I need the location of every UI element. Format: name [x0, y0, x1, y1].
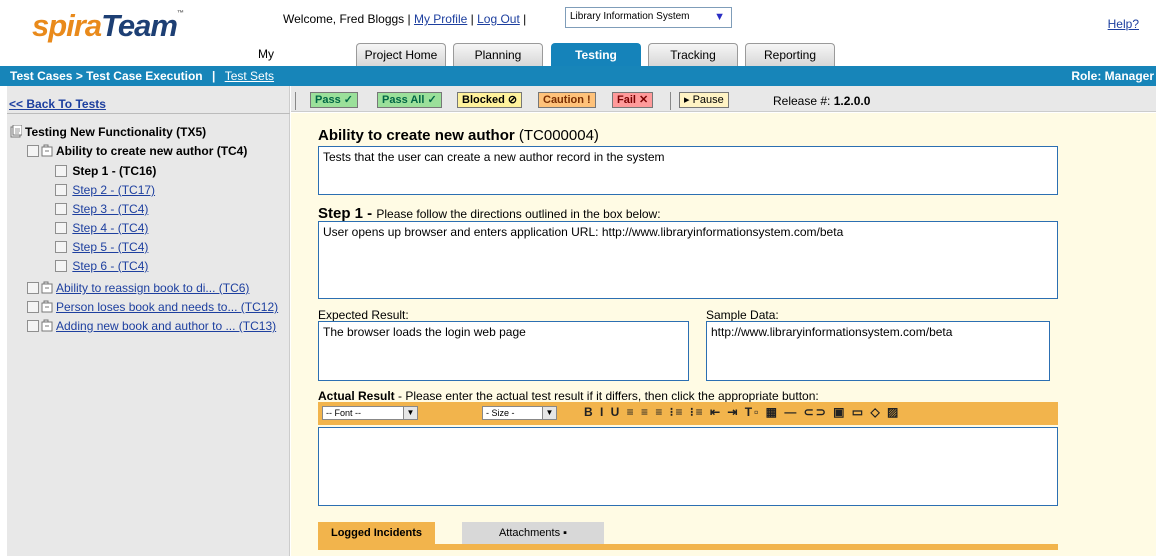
test-case-icon: [41, 319, 53, 332]
font-select[interactable]: -- Font -- ▼: [322, 406, 418, 420]
checkbox-icon[interactable]: [55, 203, 67, 215]
test-case-description: Tests that the user can create a new aut…: [318, 146, 1058, 195]
blocked-button[interactable]: Blocked ⊘: [457, 92, 523, 108]
tree-testcase-13[interactable]: Adding new book and author to ... (TC13): [27, 318, 276, 336]
dropdown-arrow-icon: ▼: [714, 11, 725, 23]
test-case-icon: [41, 144, 53, 157]
actual-result-title: Actual Result: [318, 389, 395, 403]
step-hint: Please follow the directions outlined in…: [376, 207, 661, 221]
font-select-value: -- Font --: [326, 408, 361, 418]
tab-reporting[interactable]: Reporting: [745, 43, 835, 66]
tab-underline: [318, 544, 1058, 550]
welcome-text: Welcome, Fred Bloggs: [283, 12, 405, 26]
tree-step-3[interactable]: Step 3 - (TC4): [55, 201, 148, 219]
test-set-icon: [10, 125, 22, 138]
rich-text-toolbar: -- Font -- ▼ - Size - ▼ B I U ≡ ≡ ≡ ⁝≡ ⁝…: [318, 402, 1058, 425]
dropdown-arrow-icon: ▼: [542, 407, 556, 419]
project-select[interactable]: Library Information System ▼: [565, 7, 732, 28]
checkbox-icon[interactable]: [55, 184, 67, 196]
size-select[interactable]: - Size - ▼: [482, 406, 557, 420]
pass-button[interactable]: Pass ✓: [310, 92, 358, 108]
breadcrumb-separator: |: [211, 69, 216, 83]
checkbox-icon[interactable]: [55, 241, 67, 253]
tree-step-5[interactable]: Step 5 - (TC4): [55, 239, 148, 257]
tree-step-4[interactable]: Step 4 - (TC4): [55, 220, 148, 238]
tab-project-home[interactable]: Project Home: [356, 43, 446, 66]
logo-team-text: Team: [101, 8, 178, 43]
app-header: spiraTeam ™ Welcome, Fred Bloggs | My Pro…: [0, 0, 1156, 83]
release-value: 1.2.0.0: [833, 94, 871, 108]
size-select-value: - Size -: [486, 408, 515, 418]
expected-result-label: Expected Result:: [318, 308, 409, 322]
project-select-value: Library Information System: [570, 11, 690, 22]
checkbox-icon[interactable]: [55, 165, 67, 177]
help-link[interactable]: Help?: [1108, 17, 1139, 31]
expected-result: The browser loads the login web page: [318, 321, 689, 381]
logo-spira-text: spira: [32, 8, 102, 43]
step-description-text: User opens up browser and enters applica…: [323, 225, 844, 239]
test-case-id: (TC000004): [518, 127, 599, 144]
log-out-link[interactable]: Log Out: [477, 12, 520, 26]
checkbox-icon[interactable]: [55, 260, 67, 272]
toolbar-separator: [295, 92, 296, 110]
formatting-buttons[interactable]: B I U ≡ ≡ ≡ ⁝≡ ⁝≡ ⇤ ⇥ T▫ ▦ — ⊂⊃ ▣ ▭ ◇ ▨: [584, 405, 900, 419]
test-case-icon: [41, 300, 53, 313]
welcome-bar: Welcome, Fred Bloggs | My Profile | Log …: [283, 12, 527, 26]
breadcrumb-text: Test Cases > Test Case Execution: [10, 69, 203, 83]
pause-button[interactable]: ▸ Pause: [679, 92, 729, 108]
tree-testcase-12[interactable]: Person loses book and needs to... (TC12): [27, 299, 278, 317]
actual-result-label: Actual Result - Please enter the actual …: [318, 389, 819, 403]
release-label: Release #:: [773, 94, 831, 108]
tab-my-page[interactable]: My Page: [258, 43, 302, 83]
actual-result-hint: - Please enter the actual test result if…: [398, 389, 819, 403]
caution-button[interactable]: Caution !: [538, 92, 596, 108]
logo-trademark: ™: [176, 10, 184, 17]
tree-step-2[interactable]: Step 2 - (TC17): [55, 182, 155, 200]
tree-testcase-current[interactable]: Ability to create new author (TC4): [27, 143, 247, 161]
test-sets-link[interactable]: Test Sets: [225, 69, 274, 83]
checkbox-icon[interactable]: [27, 282, 39, 294]
tab-testing[interactable]: Testing: [551, 43, 641, 68]
tab-planning[interactable]: Planning: [453, 43, 543, 66]
test-case-title: Ability to create new author (TC000004): [318, 127, 599, 144]
fail-button[interactable]: Fail ✕: [612, 92, 654, 108]
execution-toolbar: Pass ✓ Pass All ✓ Blocked ⊘ Caution ! Fa…: [291, 86, 1156, 112]
breadcrumb-bar: Test Cases > Test Case Execution | Test …: [0, 66, 1156, 86]
pass-all-button[interactable]: Pass All ✓: [377, 92, 442, 108]
tree-step-1[interactable]: Step 1 - (TC16): [55, 163, 156, 181]
toolbar-separator: [670, 92, 671, 110]
test-case-icon: [41, 281, 53, 294]
back-to-tests-link[interactable]: << Back To Tests: [7, 86, 290, 114]
release-number: Release #: 1.2.0.0: [773, 94, 870, 108]
sample-data-label: Sample Data:: [706, 308, 779, 322]
tab-attachments[interactable]: Attachments ▪: [462, 522, 604, 544]
sample-data: http://www.libraryinformationsystem.com/…: [706, 321, 1050, 381]
tab-logged-incidents[interactable]: Logged Incidents: [318, 522, 435, 544]
step-number: Step 1 -: [318, 205, 373, 222]
spirateam-logo[interactable]: spiraTeam ™: [32, 8, 184, 44]
test-execution-panel: Ability to create new author (TC000004) …: [291, 113, 1156, 556]
actual-result-editor[interactable]: [318, 427, 1058, 506]
tree-testcase-6[interactable]: Ability to reassign book to di... (TC6): [27, 280, 249, 298]
tab-tracking[interactable]: Tracking: [648, 43, 738, 66]
my-profile-link[interactable]: My Profile: [414, 12, 467, 26]
breadcrumb: Test Cases > Test Case Execution | Test …: [10, 69, 274, 83]
step-title: Step 1 - Please follow the directions ou…: [318, 205, 661, 222]
bottom-tabs: Logged Incidents Attachments ▪: [318, 522, 1058, 556]
role-label: Role: Manager: [1071, 69, 1154, 83]
description-text: Tests that the user can create a new aut…: [323, 150, 665, 164]
expected-result-text: The browser loads the login web page: [323, 325, 526, 339]
tree-step-6[interactable]: Step 6 - (TC4): [55, 258, 148, 276]
checkbox-icon[interactable]: [27, 301, 39, 313]
test-tree-sidebar: << Back To Tests Testing New Functionali…: [7, 86, 290, 556]
step-description: User opens up browser and enters applica…: [318, 221, 1058, 299]
checkbox-icon[interactable]: [27, 320, 39, 332]
dropdown-arrow-icon: ▼: [403, 407, 417, 419]
test-case-name: Ability to create new author: [318, 127, 515, 144]
tree-root-testset[interactable]: Testing New Functionality (TX5): [10, 124, 206, 142]
checkbox-icon[interactable]: [55, 222, 67, 234]
checkbox-icon[interactable]: [27, 145, 39, 157]
sample-data-text: http://www.libraryinformationsystem.com/…: [711, 325, 953, 339]
